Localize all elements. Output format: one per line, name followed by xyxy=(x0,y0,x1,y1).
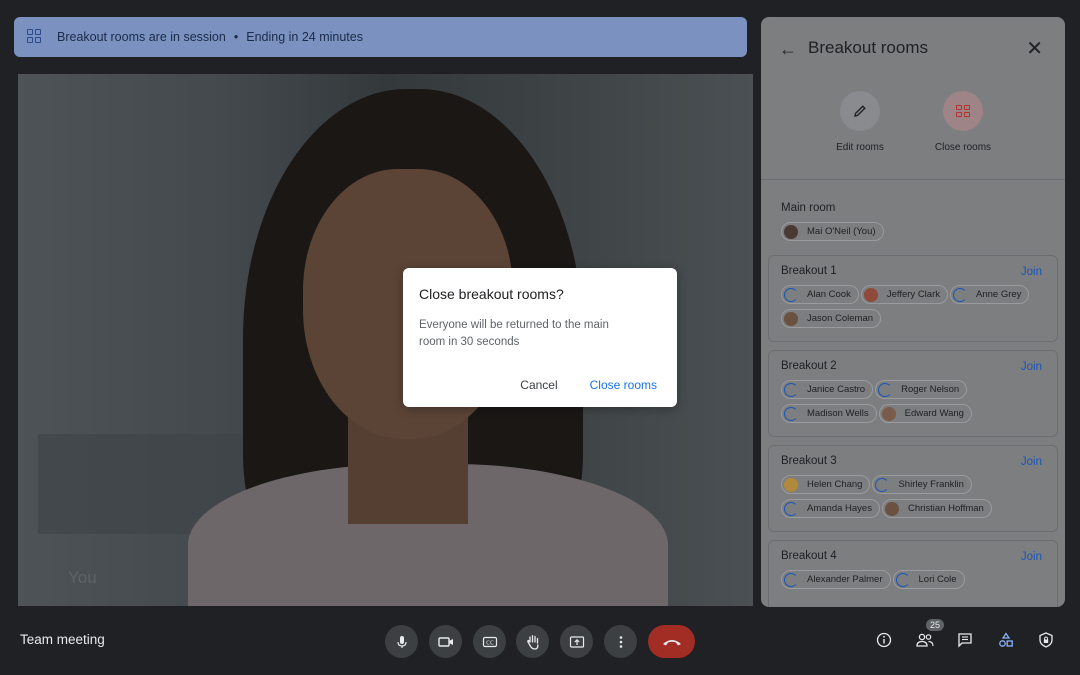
close-icon[interactable]: ✕ xyxy=(1026,36,1043,61)
participant-chip[interactable]: Mai O'Neil (You) xyxy=(781,222,884,241)
room-title: Breakout 2 xyxy=(781,360,837,372)
avatar xyxy=(784,501,798,516)
avatar xyxy=(953,287,967,302)
breakout-rooms-icon xyxy=(27,29,43,45)
camera-button[interactable] xyxy=(429,625,462,658)
participant-chip[interactable]: Roger Nelson xyxy=(875,380,968,399)
avatar xyxy=(863,287,878,302)
avatar xyxy=(881,406,896,421)
pencil-icon xyxy=(840,91,880,131)
meeting-name: Team meeting xyxy=(20,632,105,647)
main-room-title: Main room xyxy=(781,202,836,214)
leave-call-button[interactable] xyxy=(648,625,695,658)
chat-button[interactable] xyxy=(955,630,975,650)
self-video-label: You xyxy=(68,568,97,587)
svg-text:CC: CC xyxy=(486,640,494,646)
panel-title: Breakout rooms xyxy=(808,38,928,57)
present-screen-button[interactable] xyxy=(560,625,593,658)
participant-chip[interactable]: Alexander Palmer xyxy=(781,570,891,589)
hang-up-icon xyxy=(662,639,681,645)
participant-chip[interactable]: Lori Cole xyxy=(892,570,965,589)
microphone-button[interactable] xyxy=(385,625,418,658)
breakout-rooms-panel: ← Breakout rooms ✕ Edit rooms Close room… xyxy=(761,17,1065,607)
banner-separator: • xyxy=(233,30,239,44)
more-vert-icon xyxy=(619,635,622,648)
close-rooms-label: Close rooms xyxy=(934,142,992,153)
activities-button[interactable] xyxy=(996,630,1016,650)
join-room-button[interactable]: Join xyxy=(1021,551,1042,563)
raise-hand-button[interactable] xyxy=(516,625,549,658)
breakout-room-card: Breakout 2 Join Janice Castro Roger Nelso… xyxy=(768,350,1058,437)
captions-button[interactable]: CC xyxy=(473,625,506,658)
info-icon xyxy=(876,632,892,648)
chat-icon xyxy=(958,633,972,648)
participant-chip[interactable]: Edward Wang xyxy=(878,404,972,423)
avatar xyxy=(895,572,910,587)
present-icon xyxy=(569,635,584,648)
cancel-button[interactable]: Cancel xyxy=(520,378,557,392)
avatar xyxy=(784,287,798,302)
more-options-button[interactable] xyxy=(604,625,637,658)
participant-chip[interactable]: Amanda Hayes xyxy=(781,499,880,518)
participant-chip[interactable]: Janice Castro xyxy=(781,380,874,399)
breakout-room-card: Breakout 4 Join Alexander Palmer Lori Col… xyxy=(768,540,1058,607)
participant-chip[interactable]: Jason Coleman xyxy=(781,309,882,328)
people-icon xyxy=(916,633,934,647)
close-rooms-button[interactable]: Close rooms xyxy=(923,91,1003,153)
join-room-button[interactable]: Join xyxy=(1021,361,1042,373)
hand-icon xyxy=(526,634,538,650)
participant-chip[interactable]: Madison Wells xyxy=(781,404,877,423)
close-rooms-icon xyxy=(943,91,983,131)
avatar xyxy=(884,501,899,516)
room-title: Breakout 4 xyxy=(781,550,837,562)
camera-icon xyxy=(437,636,453,647)
main-room-section: Main room Mai O'Neil (You) xyxy=(761,180,1065,255)
edit-rooms-label: Edit rooms xyxy=(836,142,884,153)
shield-lock-icon xyxy=(1039,632,1053,648)
avatar xyxy=(878,382,893,397)
close-rooms-dialog: Close breakout rooms? Everyone will be r… xyxy=(403,268,677,407)
activities-shapes-icon xyxy=(999,632,1013,647)
avatar xyxy=(784,572,798,587)
join-room-button[interactable]: Join xyxy=(1021,456,1042,468)
avatar xyxy=(875,477,890,492)
close-rooms-confirm-button[interactable]: Close rooms xyxy=(590,378,657,392)
room-title: Breakout 3 xyxy=(781,455,837,467)
dialog-title: Close breakout rooms? xyxy=(419,286,564,302)
people-button[interactable] xyxy=(915,630,935,650)
participant-chip[interactable]: Jeffery Clark xyxy=(860,285,948,304)
edit-rooms-button[interactable]: Edit rooms xyxy=(820,91,900,153)
room-title: Breakout 1 xyxy=(781,265,837,277)
participant-chip[interactable]: Christian Hoffman xyxy=(881,499,992,518)
breakout-room-card: Breakout 3 Join Helen Chang Shirley Frank… xyxy=(768,445,1058,532)
join-room-button[interactable]: Join xyxy=(1021,266,1042,278)
breakout-status-banner: Breakout rooms are in session • Ending i… xyxy=(14,17,747,57)
participant-chip[interactable]: Helen Chang xyxy=(781,475,871,494)
avatar xyxy=(784,382,798,397)
dialog-body: Everyone will be returned to the main ro… xyxy=(419,319,609,348)
captions-icon: CC xyxy=(482,636,497,647)
host-controls-button[interactable] xyxy=(1036,630,1056,650)
avatar xyxy=(784,406,798,421)
participant-chip[interactable]: Shirley Franklin xyxy=(872,475,972,494)
meeting-details-button[interactable] xyxy=(874,630,894,650)
avatar xyxy=(784,477,798,492)
avatar xyxy=(784,311,798,326)
banner-text: Breakout rooms are in session xyxy=(57,30,226,44)
microphone-icon xyxy=(396,635,407,648)
breakout-room-card: Breakout 1 Join Alan Cook Jeffery Clark An… xyxy=(768,255,1058,342)
participant-chip[interactable]: Alan Cook xyxy=(781,285,859,304)
banner-ending-text: Ending in 24 minutes xyxy=(246,30,363,44)
avatar xyxy=(784,224,798,239)
participant-chip[interactable]: Anne Grey xyxy=(950,285,1030,304)
back-arrow-icon[interactable]: ← xyxy=(779,39,797,60)
